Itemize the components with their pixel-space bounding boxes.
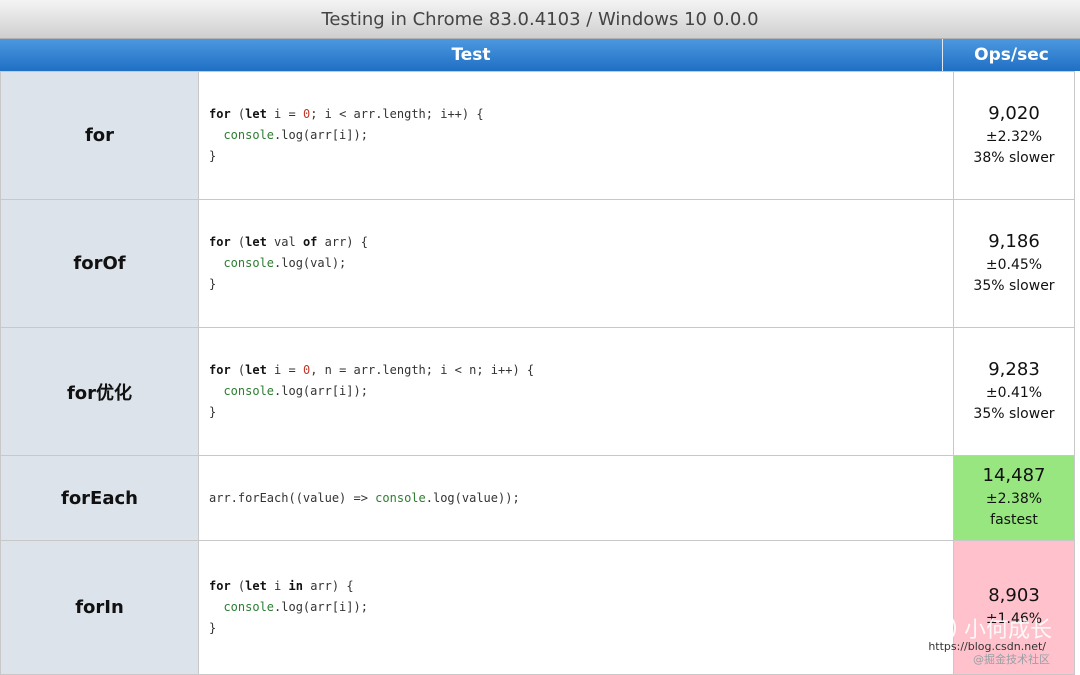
code-token: .log(value)); — [425, 490, 520, 505]
code-token: } — [209, 277, 217, 291]
code-token: console — [223, 384, 275, 398]
column-header-test: Test — [0, 39, 943, 71]
table-row: forIn for (let i in arr) { console.log(ar… — [0, 540, 1075, 675]
ops-value: 9,186 — [988, 230, 1040, 252]
code-line: for (let i in arr) { — [209, 576, 953, 597]
code-line: console.log(arr[i]); — [209, 125, 953, 146]
code-token: ( — [230, 579, 246, 593]
code-line: } — [209, 402, 953, 423]
ops-value: 14,487 — [982, 465, 1046, 486]
code-token: arr) { — [317, 235, 368, 249]
ops-status: 35% slower — [973, 405, 1055, 422]
code-token: let — [245, 579, 267, 593]
benchmark-page: Testing in Chrome 83.0.4103 / Windows 10… — [0, 0, 1080, 675]
code-token: let — [245, 363, 267, 377]
code-line: console.log(arr[i]); — [209, 597, 953, 618]
code-line: console.log(val); — [209, 253, 953, 274]
watermark-sub: @掘金技术社区 — [973, 653, 1050, 666]
test-name: for — [0, 71, 199, 200]
code-token: .log(arr[i]); — [274, 600, 368, 614]
code-line: } — [209, 146, 953, 167]
ops-value: 9,020 — [988, 102, 1040, 124]
code-token: for — [209, 107, 231, 121]
code-line: for (let i = 0, n = arr.length; i < n; i… — [209, 360, 953, 381]
code-token: ( — [230, 107, 246, 121]
ops-error: ±2.38% — [985, 491, 1043, 507]
ops-cell: 9,186 ±0.45% 35% slower — [953, 199, 1075, 328]
code-line: for (let val of arr) { — [209, 232, 953, 253]
code-line: } — [209, 618, 953, 639]
ops-error: ±2.32% — [985, 128, 1043, 145]
ops-cell: 9,020 ±2.32% 38% slower — [953, 71, 1075, 200]
test-name: forOf — [0, 199, 199, 328]
code-token: val — [266, 235, 303, 249]
code-token: ( — [230, 235, 246, 249]
test-code: for (let i = 0; i < arr.length; i++) { c… — [198, 71, 954, 200]
code-token: i = — [266, 363, 303, 377]
table-row: forEach arr.forEach((value) => console.lo… — [0, 455, 1075, 541]
column-header-ops: Ops/sec — [974, 45, 1049, 65]
code-token: for — [209, 235, 231, 249]
test-name: forEach — [0, 455, 199, 541]
ops-cell: 14,487 ±2.38% fastest — [953, 455, 1075, 541]
title-bar: Testing in Chrome 83.0.4103 / Windows 10… — [0, 0, 1080, 39]
code-token: of — [302, 235, 318, 249]
code-line: for (let i = 0; i < arr.length; i++) { — [209, 104, 953, 125]
code-token: i — [266, 579, 289, 593]
code-token: , n = arr.length; i < n; i++) { — [310, 363, 535, 377]
code-token: ; i < arr.length; i++) { — [310, 107, 484, 121]
code-token: .log(val); — [274, 256, 347, 270]
code-token: for — [209, 363, 231, 377]
test-code: for (let i = 0, n = arr.length; i < n; i… — [198, 327, 954, 456]
ops-value: 8,903 — [988, 585, 1040, 606]
code-token: .log(arr[i]); — [274, 384, 368, 398]
code-token: console — [223, 128, 275, 142]
code-token: i = — [266, 107, 303, 121]
code-token: for — [209, 579, 231, 593]
ops-status: 38% slower — [973, 149, 1055, 166]
title-text: Testing in Chrome 83.0.4103 / Windows 10… — [321, 8, 759, 30]
code-token: in — [288, 579, 303, 593]
code-token: .log(arr[i]); — [274, 128, 368, 142]
table-header: Test Ops/sec — [0, 39, 1080, 71]
code-token: console — [223, 600, 275, 614]
code-token: console — [223, 256, 275, 270]
code-line: console.log(arr[i]); — [209, 381, 953, 402]
test-code: for (let i in arr) { console.log(arr[i])… — [198, 540, 954, 675]
ops-status: fastest — [990, 512, 1038, 528]
test-code: arr.forEach((value) => console.log(value… — [198, 455, 954, 541]
ops-status: 35% slower — [973, 277, 1055, 294]
ops-error: ±0.45% — [985, 256, 1043, 273]
benchmark-table: for for (let i = 0; i < arr.length; i++) … — [0, 71, 1075, 675]
ops-cell: 9,283 ±0.41% 35% slower — [953, 327, 1075, 456]
test-name: forIn — [0, 540, 199, 675]
table-row: for for (let i = 0; i < arr.length; i++) … — [0, 71, 1075, 200]
test-name: for优化 — [0, 327, 199, 456]
table-row: for优化 for (let i = 0, n = arr.length; i <… — [0, 327, 1075, 456]
code-token: let — [245, 107, 267, 121]
code-token: ( — [230, 363, 246, 377]
code-line: arr.forEach((value) => console.log(value… — [209, 488, 953, 509]
code-token: arr) { — [302, 579, 354, 593]
test-code: for (let val of arr) { console.log(val);… — [198, 199, 954, 328]
ops-value: 9,283 — [988, 358, 1040, 380]
code-token: console — [375, 490, 426, 505]
code-token: } — [209, 149, 217, 163]
code-token: let — [245, 235, 267, 249]
table-row: forOf for (let val of arr) { console.log(… — [0, 199, 1075, 328]
code-line: } — [209, 274, 953, 295]
ops-error: ±0.41% — [985, 384, 1043, 401]
code-token: arr.forEach((value) => — [209, 490, 376, 505]
code-token: } — [209, 405, 217, 419]
code-token: } — [209, 621, 217, 635]
